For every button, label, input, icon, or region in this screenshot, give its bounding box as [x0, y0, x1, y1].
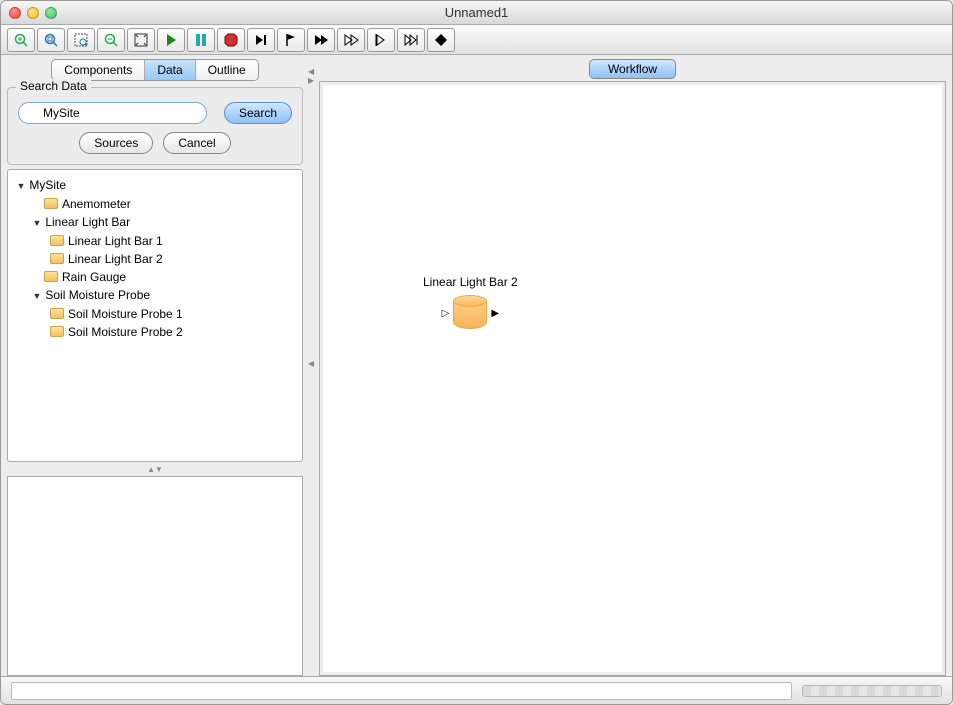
data-tree: MySite Anemometer Linear Light Bar Linea… [7, 169, 303, 462]
skip-outline-button[interactable] [367, 28, 395, 52]
workarea: Components Data Outline Search Data Sear… [1, 55, 952, 676]
tree-node-soil-moisture-probe-1[interactable]: Soil Moisture Probe 1 [48, 305, 298, 323]
zoom-selection-button[interactable] [67, 28, 95, 52]
workflow-node-linear-light-bar-2[interactable]: Linear Light Bar 2 ▷ ▶ [423, 275, 518, 331]
left-sidebar: Components Data Outline Search Data Sear… [7, 59, 303, 676]
sources-button[interactable]: Sources [79, 132, 153, 154]
folder-icon [50, 308, 64, 319]
tab-workflow[interactable]: Workflow [589, 59, 676, 79]
horizontal-splitter[interactable]: ▲▼ [7, 466, 303, 472]
app-window: Unnamed1 Components Data Outline [0, 0, 953, 705]
folder-icon [44, 198, 58, 209]
tree-node-rain-gauge[interactable]: Rain Gauge [32, 268, 298, 286]
progress-bar [802, 685, 942, 697]
tab-data[interactable]: Data [145, 60, 195, 80]
tree-node-soil-moisture-probe-2[interactable]: Soil Moisture Probe 2 [48, 323, 298, 341]
jump-forward-button[interactable] [397, 28, 425, 52]
folder-icon [50, 326, 64, 337]
folder-icon [44, 271, 58, 282]
next-button[interactable] [307, 28, 335, 52]
output-port-icon[interactable]: ▶ [491, 308, 499, 319]
search-input[interactable] [18, 102, 207, 124]
splitter-handle-icon: ◀ ▶ [308, 67, 315, 85]
zoom-out-button[interactable] [97, 28, 125, 52]
disclosure-triangle-icon[interactable] [32, 213, 42, 232]
tree-node-linear-light-bar-1[interactable]: Linear Light Bar 1 [48, 232, 298, 250]
search-group-label: Search Data [16, 79, 91, 93]
folder-icon [50, 253, 64, 264]
window-title: Unnamed1 [1, 5, 952, 20]
breakpoint-button[interactable] [427, 28, 455, 52]
run-button[interactable] [157, 28, 185, 52]
fit-window-button[interactable] [127, 28, 155, 52]
step-button[interactable] [247, 28, 275, 52]
tree-node-mysite[interactable]: MySite Anemometer Linear Light Bar Linea… [16, 176, 298, 341]
search-data-group: Search Data Search Sources Cancel [7, 87, 303, 165]
vertical-splitter[interactable]: ◀ ▶ ◀ [307, 59, 315, 676]
tab-components[interactable]: Components [52, 60, 145, 80]
status-message [11, 682, 792, 700]
fast-forward-button[interactable] [337, 28, 365, 52]
disclosure-triangle-icon[interactable] [16, 176, 26, 195]
cancel-button[interactable]: Cancel [163, 132, 230, 154]
status-bar [1, 676, 952, 704]
tree-node-soil-moisture-probe[interactable]: Soil Moisture Probe Soil Moisture Probe … [32, 286, 298, 341]
tree-node-linear-light-bar[interactable]: Linear Light Bar Linear Light Bar 1 Line… [32, 213, 298, 268]
input-port-icon[interactable]: ▷ [442, 308, 450, 319]
disclosure-triangle-icon[interactable] [32, 286, 42, 305]
tree-node-linear-light-bar-2[interactable]: Linear Light Bar 2 [48, 250, 298, 268]
workflow-canvas[interactable]: Linear Light Bar 2 ▷ ▶ [323, 85, 942, 672]
pause-button[interactable] [187, 28, 215, 52]
sidebar-tabs: Components Data Outline [7, 59, 303, 81]
titlebar: Unnamed1 [1, 1, 952, 25]
zoom-region-button[interactable] [37, 28, 65, 52]
detail-panel [7, 476, 303, 676]
search-button[interactable]: Search [224, 102, 292, 124]
node-label: Linear Light Bar 2 [423, 275, 518, 289]
toolbar [1, 25, 952, 55]
data-cylinder-icon [453, 295, 487, 331]
tree-node-anemometer[interactable]: Anemometer [32, 195, 298, 213]
stop-button[interactable] [217, 28, 245, 52]
flag-button[interactable] [277, 28, 305, 52]
splitter-handle-icon: ◀ [308, 359, 314, 368]
tab-outline[interactable]: Outline [196, 60, 258, 80]
folder-icon [50, 235, 64, 246]
canvas-frame: Linear Light Bar 2 ▷ ▶ [319, 81, 946, 676]
zoom-in-button[interactable] [7, 28, 35, 52]
canvas-tabs: Workflow [319, 59, 946, 79]
canvas-column: Workflow Linear Light Bar 2 ▷ ▶ [319, 59, 946, 676]
